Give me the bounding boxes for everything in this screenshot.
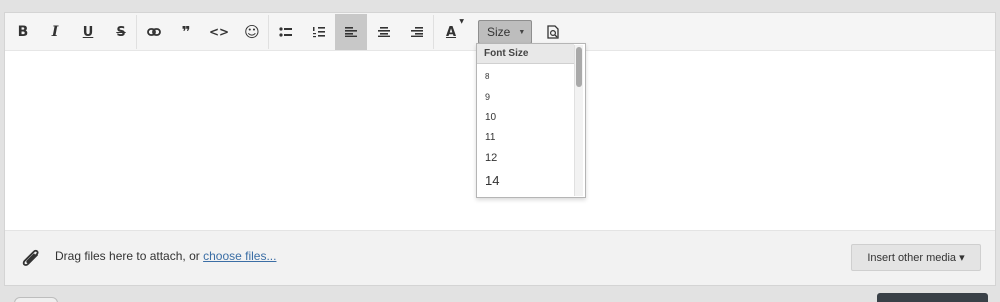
submit-button[interactable]	[877, 293, 988, 302]
font-size-dropdown: Font Size 8 9 10 11 12 14	[476, 43, 586, 198]
code-icon: <>	[208, 25, 230, 39]
bold-icon: B	[17, 24, 29, 40]
align-right-icon	[411, 27, 423, 37]
attach-text: Drag files here to attach, or	[55, 249, 200, 263]
bulleted-list-icon	[279, 27, 292, 37]
font-size-option-14[interactable]: 14	[485, 173, 499, 188]
font-size-dropdown-header: Font Size	[477, 44, 574, 64]
align-right-button[interactable]	[401, 14, 433, 50]
attachment-bar: Drag files here to attach, or choose fil…	[5, 230, 995, 285]
font-size-option-8[interactable]: 8	[485, 72, 489, 81]
quote-icon: ❞	[181, 23, 191, 41]
toolbar-divider	[136, 15, 137, 49]
bold-button[interactable]: B	[7, 14, 39, 50]
insert-other-media-button[interactable]: Insert other media ▾	[851, 244, 981, 271]
emoji-button[interactable]: ☺	[236, 14, 268, 50]
underline-button[interactable]: U	[72, 14, 104, 50]
chevron-down-icon: ▼	[518, 28, 526, 36]
strikethrough-icon: S	[116, 24, 126, 40]
font-size-option-11[interactable]: 11	[485, 132, 495, 143]
quote-button[interactable]: ❞	[170, 14, 202, 50]
preview-icon	[546, 25, 559, 39]
italic-icon: I	[51, 24, 59, 40]
font-size-option-9[interactable]: 9	[485, 92, 490, 102]
font-size-option-12[interactable]: 12	[485, 152, 497, 164]
numbered-list-button[interactable]	[303, 14, 335, 50]
text-color-caret-icon: ▼	[459, 18, 464, 25]
toggle-pill[interactable]	[14, 297, 58, 302]
font-size-option-10[interactable]: 10	[485, 112, 496, 123]
font-size-select[interactable]: Size ▼	[478, 20, 532, 44]
choose-files-link[interactable]: choose files...	[203, 249, 276, 263]
font-size-label: Size	[487, 25, 511, 39]
smiley-icon: ☺	[244, 23, 260, 41]
text-color-icon: A	[445, 24, 457, 40]
text-color-button[interactable]: A ▼	[435, 14, 467, 50]
code-button[interactable]: <>	[203, 14, 235, 50]
align-left-button[interactable]	[335, 14, 367, 50]
toolbar-divider	[433, 15, 434, 49]
link-button[interactable]	[138, 14, 170, 50]
numbered-list-icon	[313, 27, 325, 38]
attach-instructions: Drag files here to attach, or choose fil…	[55, 249, 276, 263]
bulleted-list-button[interactable]	[270, 14, 302, 50]
paperclip-icon	[22, 249, 39, 266]
dropdown-scrollbar[interactable]	[574, 45, 583, 196]
align-center-button[interactable]	[368, 14, 400, 50]
align-left-icon	[345, 27, 357, 37]
link-icon	[147, 28, 161, 36]
underline-icon: U	[82, 24, 94, 40]
toolbar-divider	[268, 15, 269, 49]
strikethrough-button[interactable]: S	[105, 14, 137, 50]
align-center-icon	[378, 27, 390, 37]
scrollbar-thumb[interactable]	[576, 47, 582, 87]
italic-button[interactable]: I	[39, 14, 71, 50]
